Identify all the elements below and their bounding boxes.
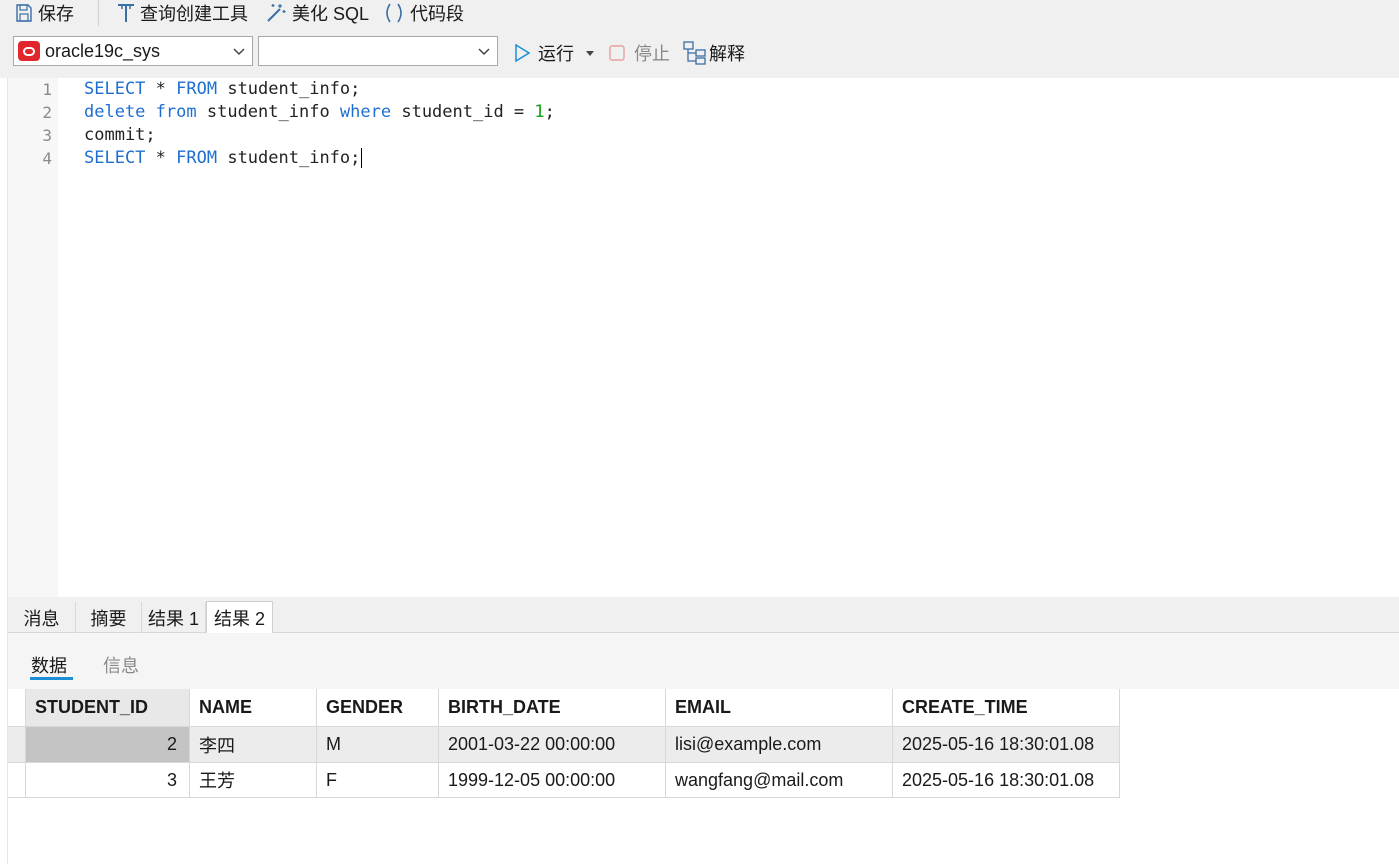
column-header-student-id[interactable]: STUDENT_ID <box>26 689 190 727</box>
run-dropdown-button[interactable] <box>584 40 596 66</box>
line-number: 3 <box>42 126 52 145</box>
stop-label: 停止 <box>634 44 670 64</box>
beautify-sql-label: 美化 SQL <box>292 4 370 24</box>
play-icon <box>515 43 531 63</box>
tab-result-2[interactable]: 结果 2 <box>206 601 273 633</box>
connection-select[interactable]: oracle19c_sys <box>13 36 253 66</box>
table-cell[interactable]: 王芳 <box>190 763 317 798</box>
table-cell[interactable]: 1999-12-05 00:00:00 <box>439 763 666 798</box>
tab-result-1[interactable]: 结果 1 <box>142 602 206 633</box>
line-number: 4 <box>42 149 52 168</box>
connection-name: oracle19c_sys <box>45 40 161 61</box>
column-header-name[interactable]: NAME <box>190 689 317 727</box>
sql-editor[interactable]: 1 2 3 4 SELECT * FROM student_info; dele… <box>8 78 1399 597</box>
code-snippet-button[interactable]: 代码段 <box>382 0 464 26</box>
row-header-corner <box>8 689 26 727</box>
main-toolbar: 保存 查询创建工具 美化 SQL 代码段 <box>0 0 1399 28</box>
line-number-gutter: 1 2 3 4 <box>8 78 58 597</box>
row-header[interactable] <box>8 763 26 798</box>
schema-select[interactable] <box>258 36 498 66</box>
line-number: 2 <box>42 103 52 122</box>
table-cell[interactable]: 李四 <box>190 727 317 763</box>
tab-messages[interactable]: 消息 <box>8 602 76 633</box>
toolbar-divider <box>98 0 99 26</box>
code-line-2: delete from student_info where student_i… <box>84 102 555 122</box>
code-line-4: SELECT * FROM student_info; <box>84 148 363 168</box>
explain-plan-icon <box>683 41 706 65</box>
query-toolbar: oracle19c_sys 运行 停止 解释 <box>0 28 1399 78</box>
caret-down-icon <box>586 51 594 56</box>
query-builder-icon <box>118 4 134 22</box>
column-header-gender[interactable]: GENDER <box>317 689 439 727</box>
query-builder-button[interactable]: 查询创建工具 <box>116 0 248 26</box>
code-line-1: SELECT * FROM student_info; <box>84 79 361 99</box>
beautify-sql-button[interactable]: 美化 SQL <box>264 0 369 26</box>
table-cell[interactable]: F <box>317 763 439 798</box>
table-cell[interactable]: wangfang@mail.com <box>666 763 893 798</box>
save-icon <box>16 4 32 22</box>
run-button[interactable]: 运行 <box>512 40 574 66</box>
stop-icon <box>609 45 625 61</box>
magic-wand-icon <box>267 4 286 22</box>
row-header[interactable] <box>8 727 26 763</box>
save-button[interactable]: 保存 <box>14 0 74 26</box>
table-cell[interactable]: 2025-05-16 18:30:01.08 <box>893 727 1120 763</box>
oracle-icon <box>18 41 40 61</box>
result-tabs: 消息 摘要 结果 1 结果 2 <box>8 597 1399 633</box>
column-header-email[interactable]: EMAIL <box>666 689 893 727</box>
code-snippet-label: 代码段 <box>410 4 464 24</box>
code-line-3: commit; <box>84 125 156 145</box>
explain-label: 解释 <box>709 44 745 64</box>
chevron-down-icon <box>233 48 245 56</box>
explain-button[interactable]: 解释 <box>683 40 745 66</box>
active-subtab-indicator <box>30 677 73 680</box>
subtab-data[interactable]: 数据 <box>31 652 67 678</box>
stop-button[interactable]: 停止 <box>608 40 670 66</box>
result-subtabs: 数据 信息 <box>8 633 1399 689</box>
subtab-info[interactable]: 信息 <box>103 652 139 678</box>
query-builder-label: 查询创建工具 <box>140 4 248 24</box>
chevron-down-icon <box>478 48 490 56</box>
table-cell[interactable]: 2001-03-22 00:00:00 <box>439 727 666 763</box>
tab-summary[interactable]: 摘要 <box>76 602 142 633</box>
left-edge <box>0 78 8 864</box>
text-cursor <box>361 148 363 168</box>
table-cell[interactable]: 2 <box>26 727 190 763</box>
table-cell[interactable]: 3 <box>26 763 190 798</box>
table-cell[interactable]: lisi@example.com <box>666 727 893 763</box>
run-label: 运行 <box>538 44 574 64</box>
column-header-birth-date[interactable]: BIRTH_DATE <box>439 689 666 727</box>
save-label: 保存 <box>38 4 74 24</box>
line-number: 1 <box>42 80 52 99</box>
table-cell[interactable]: M <box>317 727 439 763</box>
table-cell[interactable]: 2025-05-16 18:30:01.08 <box>893 763 1120 798</box>
column-header-create-time[interactable]: CREATE_TIME <box>893 689 1120 727</box>
parentheses-icon <box>386 3 402 23</box>
